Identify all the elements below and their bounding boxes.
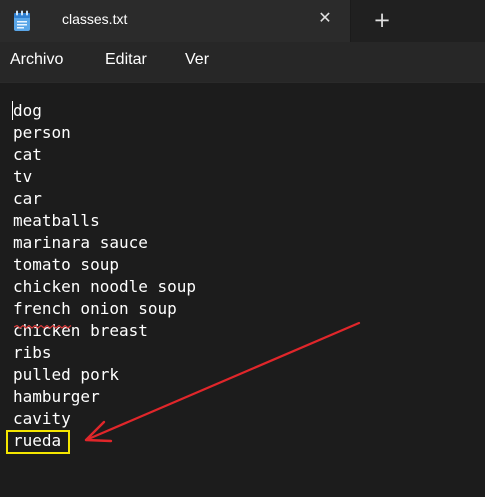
text-line: person <box>13 123 71 142</box>
menu-editar[interactable]: Editar <box>105 51 147 69</box>
menu-archivo[interactable]: Archivo <box>10 51 63 69</box>
tab-title: classes.txt <box>62 11 128 27</box>
menu-bar: Archivo Editar Ver <box>0 42 485 80</box>
text-line: meatballs <box>13 211 100 230</box>
text-line: cat <box>13 145 42 164</box>
text-line: cavity <box>13 409 71 428</box>
spellcheck-underline <box>14 325 72 329</box>
text-line: car <box>13 189 42 208</box>
menu-ver[interactable]: Ver <box>185 51 209 69</box>
text-line: tomato soup <box>13 255 119 274</box>
text-line: french onion soup <box>13 299 177 318</box>
title-bar: classes.txt ✕ + <box>0 0 485 42</box>
close-icon[interactable]: ✕ <box>316 9 334 29</box>
text-line: chicken breast <box>13 321 148 340</box>
highlight-box <box>6 430 70 454</box>
text-line: pulled pork <box>13 365 119 384</box>
notepad-icon <box>14 10 30 31</box>
text-line: chicken noodle soup <box>13 277 197 296</box>
text-line: hamburger <box>13 387 100 406</box>
tab-classes-txt[interactable]: classes.txt ✕ <box>0 0 351 42</box>
plus-icon[interactable]: + <box>372 8 392 32</box>
text-line: tv <box>13 167 33 186</box>
text-line: ribs <box>13 343 52 362</box>
text-line: marinara sauce <box>13 233 148 252</box>
text-line: dog <box>13 101 42 120</box>
